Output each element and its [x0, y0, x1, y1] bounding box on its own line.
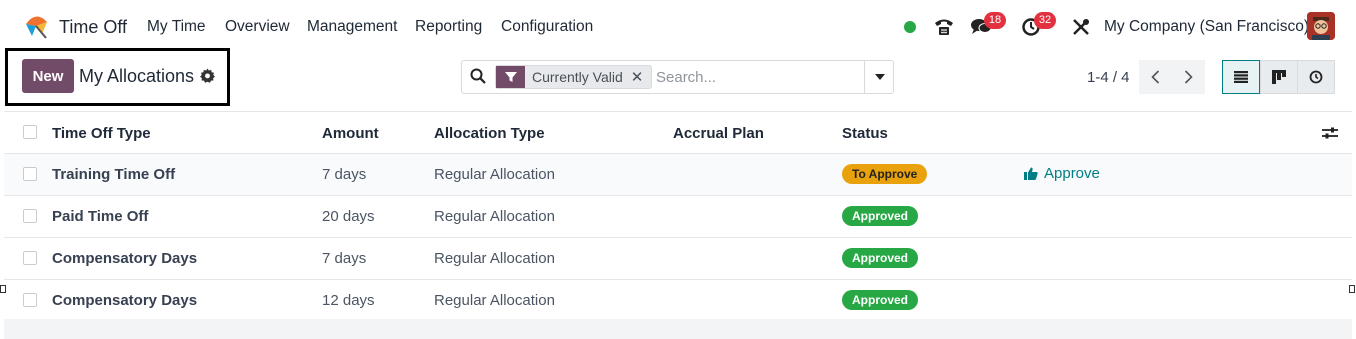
allocation-type-cell: Regular Allocation — [434, 208, 555, 225]
thumbs-up-icon — [1024, 167, 1038, 180]
status-badge: To Approve — [842, 164, 928, 184]
time-off-type-cell: Paid Time Off — [52, 208, 149, 225]
amount-cell: 20 days — [322, 208, 375, 225]
search-input[interactable] — [656, 66, 856, 88]
row-checkbox[interactable] — [23, 293, 37, 307]
new-button[interactable]: New — [22, 59, 74, 93]
select-all-checkbox[interactable] — [23, 125, 37, 139]
gear-icon[interactable] — [200, 68, 215, 83]
page-title: My Allocations — [79, 66, 195, 86]
left-resize-handle — [0, 285, 6, 293]
caret-down-icon — [874, 74, 885, 80]
row-checkbox[interactable] — [23, 251, 37, 265]
approve-label: Approve — [1044, 165, 1100, 182]
sliders-icon[interactable] — [1322, 126, 1338, 140]
column-header-time-off-type[interactable]: Time Off Type — [52, 125, 151, 142]
table-row[interactable]: Paid Time Off 20 days Regular Allocation… — [4, 196, 1352, 238]
allocation-type-cell: Regular Allocation — [434, 166, 555, 183]
column-header-status[interactable]: Status — [842, 125, 888, 142]
column-header-amount[interactable]: Amount — [322, 125, 379, 142]
table-row[interactable]: Compensatory Days 7 days Regular Allocat… — [4, 238, 1352, 280]
app-logo-icon[interactable] — [22, 12, 50, 40]
activity-view-icon — [1309, 70, 1323, 84]
row-checkbox[interactable] — [23, 167, 37, 181]
activity-view-button[interactable] — [1297, 60, 1335, 94]
right-resize-handle — [1349, 285, 1355, 293]
time-off-type-cell: Training Time Off — [52, 166, 176, 183]
column-header-accrual-plan[interactable]: Accrual Plan — [673, 125, 764, 142]
filter-icon — [496, 66, 525, 88]
search-facet: Currently Valid ✕ — [495, 65, 653, 89]
kanban-view-icon — [1272, 70, 1286, 84]
table-row[interactable]: Compensatory Days 12 days Regular Alloca… — [4, 280, 1352, 322]
status-badge: Approved — [842, 206, 919, 226]
table-row[interactable]: Training Time Off 7 days Regular Allocat… — [4, 154, 1352, 196]
chevron-right-icon — [1184, 70, 1193, 84]
facet-label: Currently Valid — [532, 69, 623, 85]
allocation-type-cell: Regular Allocation — [434, 250, 555, 267]
chevron-left-icon — [1151, 70, 1160, 84]
time-off-type-cell: Compensatory Days — [52, 292, 198, 309]
menu-configuration[interactable]: Configuration — [501, 18, 593, 36]
row-checkbox[interactable] — [23, 209, 37, 223]
status-badge: Approved — [842, 290, 919, 310]
table-header: Time Off Type Amount Allocation Type Acc… — [4, 111, 1352, 154]
messages-badge: 18 — [984, 12, 1006, 29]
avatar[interactable] — [1307, 12, 1335, 40]
status-dot — [904, 21, 916, 33]
search-options-toggle[interactable] — [864, 61, 894, 93]
list-footer-area — [4, 319, 1352, 339]
list-view-icon — [1234, 71, 1248, 83]
menu-reporting[interactable]: Reporting — [415, 18, 482, 36]
activities-badge: 32 — [1034, 12, 1056, 29]
column-header-allocation-type[interactable]: Allocation Type — [434, 125, 545, 142]
status-badge: Approved — [842, 248, 919, 268]
phone-icon[interactable] — [933, 17, 955, 37]
pager-value[interactable]: 1-4 / 4 — [1087, 69, 1130, 86]
kanban-view-button[interactable] — [1260, 60, 1298, 94]
amount-cell: 7 days — [322, 166, 367, 183]
app-name[interactable]: Time Off — [59, 17, 127, 38]
time-off-type-cell: Compensatory Days — [52, 250, 198, 267]
facet-remove-icon[interactable]: ✕ — [631, 68, 652, 86]
amount-cell: 12 days — [322, 292, 375, 309]
approve-button[interactable]: Approve — [1024, 165, 1100, 182]
pager-previous-button[interactable] — [1139, 60, 1172, 94]
search-icon[interactable] — [470, 68, 486, 84]
allocation-type-cell: Regular Allocation — [434, 292, 555, 309]
allocations-table: Time Off Type Amount Allocation Type Acc… — [4, 111, 1352, 322]
pager-next-button[interactable] — [1172, 60, 1205, 94]
company-switcher[interactable]: My Company (San Francisco) — [1104, 18, 1309, 36]
menu-overview[interactable]: Overview — [225, 18, 290, 36]
amount-cell: 7 days — [322, 250, 367, 267]
top-navbar: Time Off My Time Overview Management Rep… — [4, 0, 1352, 54]
menu-my-time[interactable]: My Time — [147, 18, 206, 36]
tools-icon[interactable] — [1072, 18, 1090, 36]
menu-management[interactable]: Management — [307, 18, 397, 36]
list-view-button[interactable] — [1222, 60, 1260, 94]
